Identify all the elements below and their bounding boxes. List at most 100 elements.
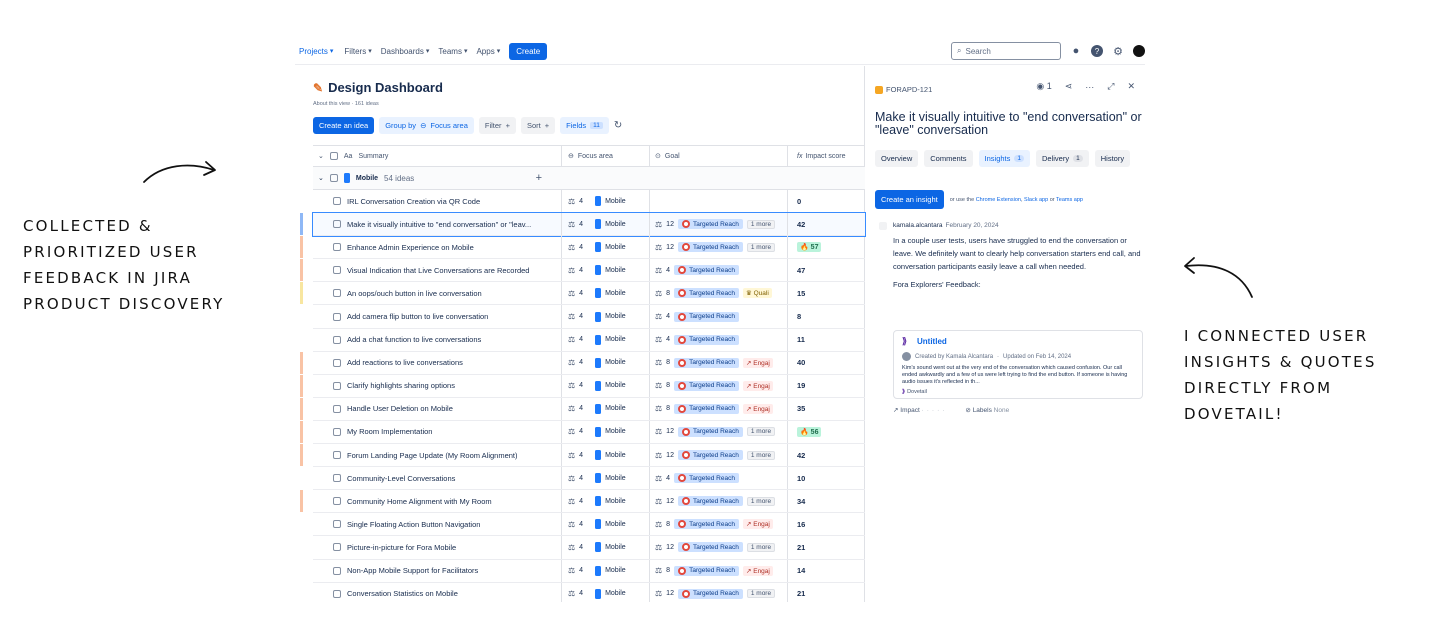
more-goals-badge[interactable]: 1 more [746, 589, 776, 599]
goal-cell[interactable]: ⚖ 8 Targeted Reach ↗ Engaj [650, 351, 788, 374]
table-row[interactable]: Community-Level Conversations ⚖ 4 Mobile ⚖ 4 T… [313, 467, 865, 491]
goal-cell[interactable]: ⚖ 4 Targeted Reach [650, 259, 788, 282]
table-row[interactable]: Forum Landing Page Update (My Room Align… [300, 444, 865, 468]
filter-button[interactable]: Filter + [478, 117, 516, 134]
impact-cell[interactable]: 21 [788, 536, 865, 558]
summary-cell[interactable]: Non-App Mobile Support for Facilitators [313, 559, 562, 582]
nav-apps[interactable]: Apps ▾ [476, 47, 500, 56]
goal-cell[interactable]: ⚖ 12 Targeted Reach 1 more [650, 213, 788, 236]
chevron-down-icon[interactable]: ⌄ [318, 152, 324, 160]
row-checkbox[interactable] [333, 474, 341, 483]
focus-area-cell[interactable]: ⚖ 4 Mobile [562, 467, 650, 490]
table-row[interactable]: Conversation Statistics on Mobile ⚖ 4 Mobil… [313, 582, 865, 602]
expand-icon[interactable]: ⤢ [1107, 81, 1114, 92]
focus-area-cell[interactable]: ⚖ 4 Mobile [562, 420, 650, 444]
summary-cell[interactable]: An oops/ouch button in live conversation [313, 282, 562, 305]
tab-insights[interactable]: Insights 1 [978, 150, 1031, 167]
goal-cell[interactable]: ⚖ 12 Targeted Reach 1 more [650, 536, 788, 559]
impact-cell[interactable]: 15 [788, 282, 865, 304]
more-goals-badge[interactable]: 1 more [746, 542, 776, 552]
table-row[interactable]: My Room Implementation ⚖ 4 Mobile ⚖ 12 Targete… [300, 420, 865, 445]
table-row[interactable]: Single Floating Action Button Navigation… [313, 513, 865, 537]
row-checkbox[interactable] [333, 589, 341, 598]
focus-area-cell[interactable]: ⚖ 4 Mobile [562, 213, 650, 236]
nav-teams[interactable]: Teams ▾ [438, 47, 467, 56]
impact-cell[interactable]: 0 [788, 190, 865, 212]
impact-cell[interactable]: 🔥 56 [788, 421, 865, 443]
impact-cell[interactable]: 14 [788, 560, 865, 582]
sort-button[interactable]: Sort + [520, 117, 556, 134]
add-idea-icon[interactable]: + [536, 172, 542, 184]
goal-cell[interactable]: ⚖ 8 Targeted Reach ↗ Engaj [650, 559, 788, 582]
impact-cell[interactable]: 10 [788, 467, 865, 489]
group-row-mobile[interactable]: ⌄ Mobile 54 ideas + [313, 167, 865, 190]
summary-cell[interactable]: Enhance Admin Experience on Mobile [313, 236, 562, 259]
fields-button[interactable]: Fields 11 [560, 117, 609, 134]
row-checkbox[interactable] [333, 497, 341, 506]
nav-filters[interactable]: Filters ▾ [344, 47, 371, 56]
focus-area-cell[interactable]: ⚖ 4 Mobile [562, 490, 650, 513]
goal-cell[interactable]: ⚖ 12 Targeted Reach 1 more [650, 236, 788, 259]
goal-cell[interactable]: ⚖ 8 Targeted Reach ↗ Engaj [650, 374, 788, 397]
slack-app-link[interactable]: Slack app [1024, 197, 1048, 203]
tab-delivery[interactable]: Delivery 1 [1036, 150, 1089, 167]
table-row[interactable]: Handle User Deletion on Mobile ⚖ 4 Mobile ⚖ 8… [300, 397, 865, 421]
impact-cell[interactable]: 42 [788, 213, 865, 235]
summary-cell[interactable]: Add reactions to live conversations [313, 351, 562, 374]
card-title[interactable]: ⟫ Untitled [902, 336, 1134, 346]
row-checkbox[interactable] [333, 266, 341, 275]
row-checkbox[interactable] [333, 289, 341, 298]
summary-cell[interactable]: Conversation Statistics on Mobile [313, 582, 562, 602]
watchers-button[interactable]: ◉ 1 [1036, 81, 1051, 92]
goal-cell[interactable]: ⚖ 12 Targeted Reach 1 more [650, 490, 788, 513]
row-checkbox[interactable] [333, 358, 341, 367]
impact-cell[interactable]: 🔥 57 [788, 236, 865, 258]
chevron-down-icon[interactable]: ⌄ [318, 174, 324, 182]
summary-cell[interactable]: Picture-in-picture for Fora Mobile [313, 536, 562, 559]
table-row[interactable]: Clarify highlights sharing options ⚖ 4 Mobi… [300, 374, 865, 398]
focus-area-cell[interactable]: ⚖ 4 Mobile [562, 536, 650, 559]
table-row[interactable]: Make it visually intuitive to "end conve… [300, 212, 866, 238]
impact-cell[interactable]: 34 [788, 490, 865, 512]
goal-cell[interactable]: ⚖ 8 Targeted Reach ↗ Engaj [650, 513, 788, 536]
goal-cell[interactable]: ⚖ 8 Targeted Reach ↗ Engaj [650, 397, 788, 420]
impact-field[interactable]: ↗ Impact ····· [893, 406, 947, 414]
row-checkbox[interactable] [333, 381, 341, 390]
tab-comments[interactable]: Comments [924, 150, 973, 167]
more-goals-badge[interactable]: 1 more [746, 219, 776, 229]
impact-rating[interactable]: ····· [922, 407, 948, 414]
summary-cell[interactable]: Add a chat function to live conversation… [313, 328, 562, 351]
row-checkbox[interactable] [333, 427, 341, 436]
table-row[interactable]: Enhance Admin Experience on Mobile ⚖ 4 Mobi… [300, 236, 865, 260]
summary-cell[interactable]: Handle User Deletion on Mobile [313, 397, 562, 420]
summary-cell[interactable]: Community Home Alignment with My Room [313, 490, 562, 513]
group-checkbox[interactable] [329, 174, 338, 182]
table-row[interactable]: Add camera flip button to live conversat… [313, 305, 865, 329]
more-goals-badge[interactable]: 1 more [746, 496, 776, 506]
notifications-icon[interactable]: ● [1070, 45, 1082, 57]
goal-cell[interactable]: ⚖ 4 Targeted Reach [650, 467, 788, 490]
table-row[interactable]: IRL Conversation Creation via QR Code ⚖ 4 M… [313, 190, 865, 214]
row-checkbox[interactable] [333, 335, 341, 344]
group-by-button[interactable]: Group by ⊖ Focus area [379, 117, 474, 134]
table-row[interactable]: Visual Indication that Live Conversation… [300, 259, 865, 283]
row-checkbox[interactable] [333, 312, 341, 321]
table-row[interactable]: Picture-in-picture for Fora Mobile ⚖ 4 Mobi… [313, 536, 865, 560]
focus-area-cell[interactable]: ⚖ 4 Mobile [562, 513, 650, 536]
create-idea-button[interactable]: Create an idea [313, 117, 375, 134]
focus-area-cell[interactable]: ⚖ 4 Mobile [562, 374, 650, 397]
row-checkbox[interactable] [333, 243, 341, 252]
row-checkbox[interactable] [333, 520, 341, 529]
table-row[interactable]: Add reactions to live conversations ⚖ 4 Mob… [300, 351, 865, 375]
nav-dashboards[interactable]: Dashboards ▾ [381, 47, 430, 56]
create-insight-button[interactable]: Create an insight [875, 190, 944, 209]
impact-cell[interactable]: 42 [788, 444, 865, 466]
row-checkbox[interactable] [333, 220, 341, 229]
summary-cell[interactable]: Single Floating Action Button Navigation [313, 513, 562, 536]
issue-key[interactable]: FORAPD-121 [875, 85, 932, 94]
share-icon[interactable]: ⋖ [1065, 81, 1073, 92]
impact-cell[interactable]: 21 [788, 583, 865, 602]
row-checkbox[interactable] [333, 451, 341, 460]
focus-area-cell[interactable]: ⚖ 4 Mobile [562, 582, 650, 602]
focus-area-cell[interactable]: ⚖ 4 Mobile [562, 236, 650, 259]
